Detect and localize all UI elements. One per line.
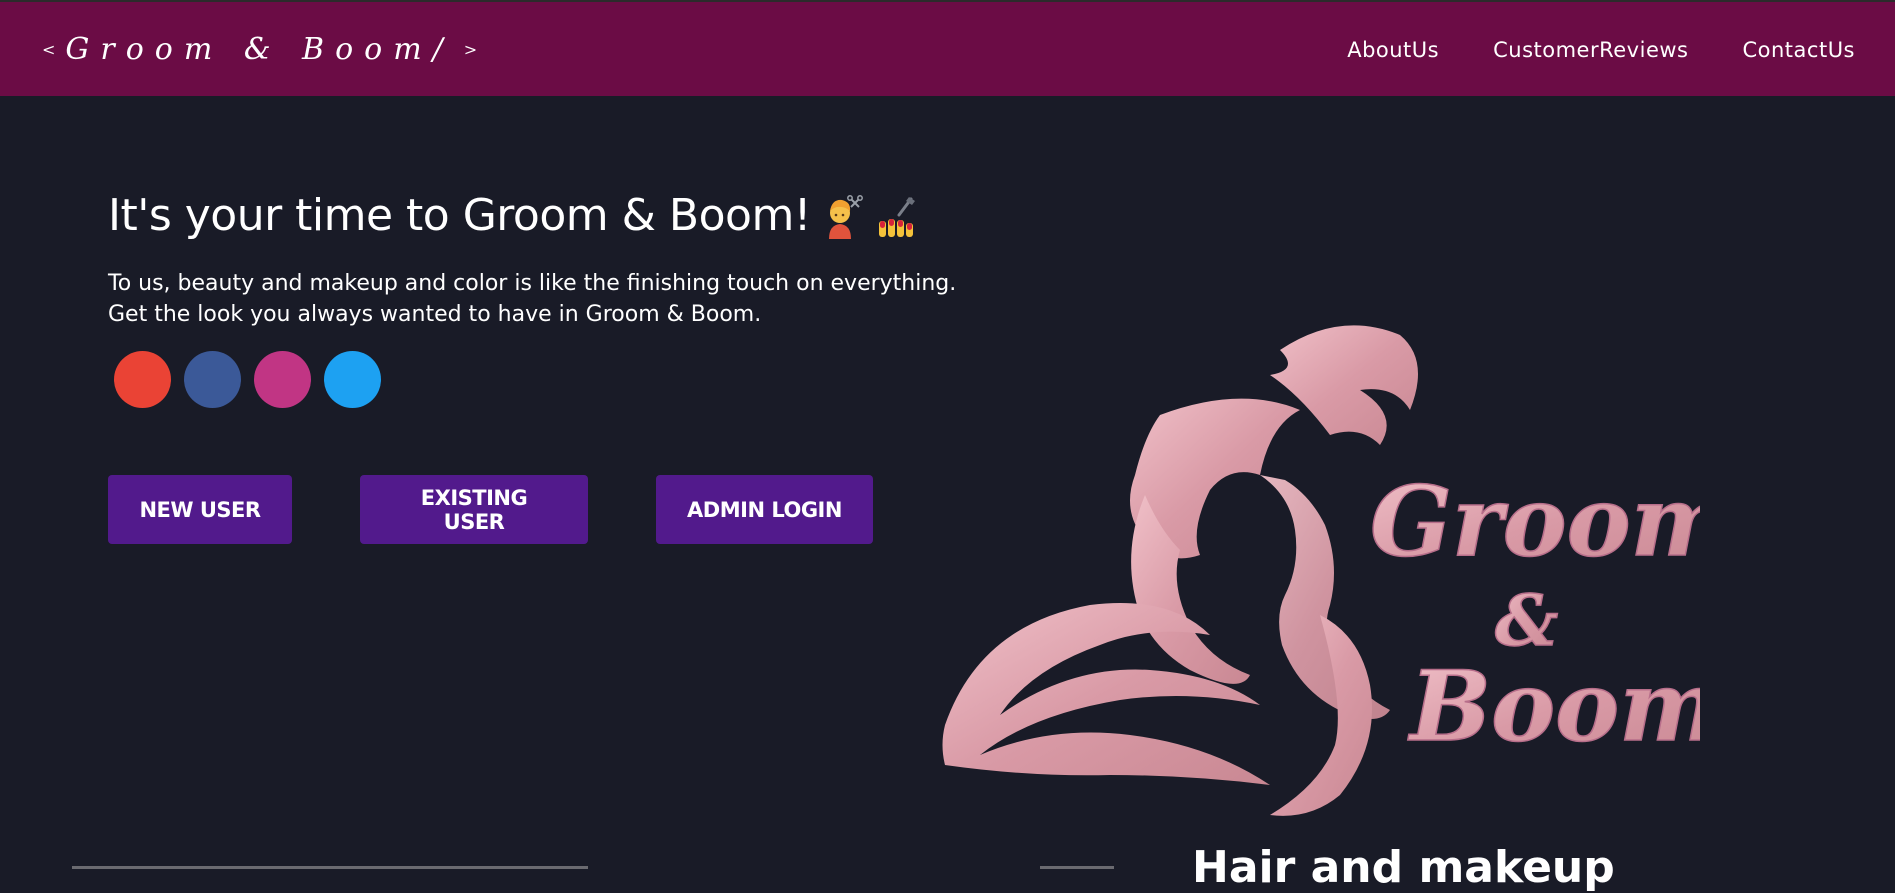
nav-link-customer-reviews[interactable]: CustomerReviews bbox=[1493, 38, 1688, 62]
auth-buttons: NEW USER EXISTING USER ADMIN LOGIN bbox=[108, 475, 941, 544]
existing-user-button[interactable]: EXISTING USER bbox=[360, 475, 588, 544]
logo-text-groom: Groom bbox=[1370, 465, 1700, 578]
groom-boom-logo: Groom & Boom bbox=[940, 315, 1733, 825]
hero-title: It's your time to Groom & Boom! bbox=[108, 190, 915, 241]
admin-login-button[interactable]: ADMIN LOGIN bbox=[656, 475, 873, 544]
navbar: < Groom & Boom/ > AboutUs CustomerReview… bbox=[0, 0, 1895, 96]
instagram-icon[interactable] bbox=[254, 351, 311, 408]
brand-logo[interactable]: < Groom & Boom/ > bbox=[32, 24, 487, 74]
hero-description: To us, beauty and makeup and color is li… bbox=[108, 268, 1008, 330]
twitter-icon[interactable] bbox=[324, 351, 381, 408]
logo-text: Groom & Boom bbox=[1369, 464, 1733, 764]
brand-text: Groom & Boom/ bbox=[65, 31, 454, 67]
nav-link-about-us[interactable]: AboutUs bbox=[1347, 38, 1439, 62]
nav-link-contact-us[interactable]: ContactUs bbox=[1742, 38, 1855, 62]
social-links bbox=[114, 351, 394, 408]
haircut-person-icon bbox=[823, 193, 863, 239]
logo-text-boom: Boom bbox=[1407, 650, 1700, 763]
nav-links: AboutUs CustomerReviews ContactUs bbox=[1293, 2, 1855, 98]
logo-caption: Hair and makeup bbox=[1192, 842, 1615, 893]
brand-right-bracket: > bbox=[463, 39, 478, 59]
logo-hair-silhouette bbox=[942, 325, 1418, 816]
new-user-button[interactable]: NEW USER bbox=[108, 475, 292, 544]
facebook-icon[interactable] bbox=[184, 351, 241, 408]
google-icon[interactable] bbox=[114, 351, 171, 408]
brand-left-bracket: < bbox=[42, 39, 56, 59]
nail-polish-icon bbox=[875, 193, 915, 239]
hero-description-line-1: To us, beauty and makeup and color is li… bbox=[108, 271, 957, 296]
hero-description-line-2: Get the look you always wanted to have i… bbox=[108, 302, 762, 327]
hero-title-text: It's your time to Groom & Boom! bbox=[108, 190, 811, 241]
